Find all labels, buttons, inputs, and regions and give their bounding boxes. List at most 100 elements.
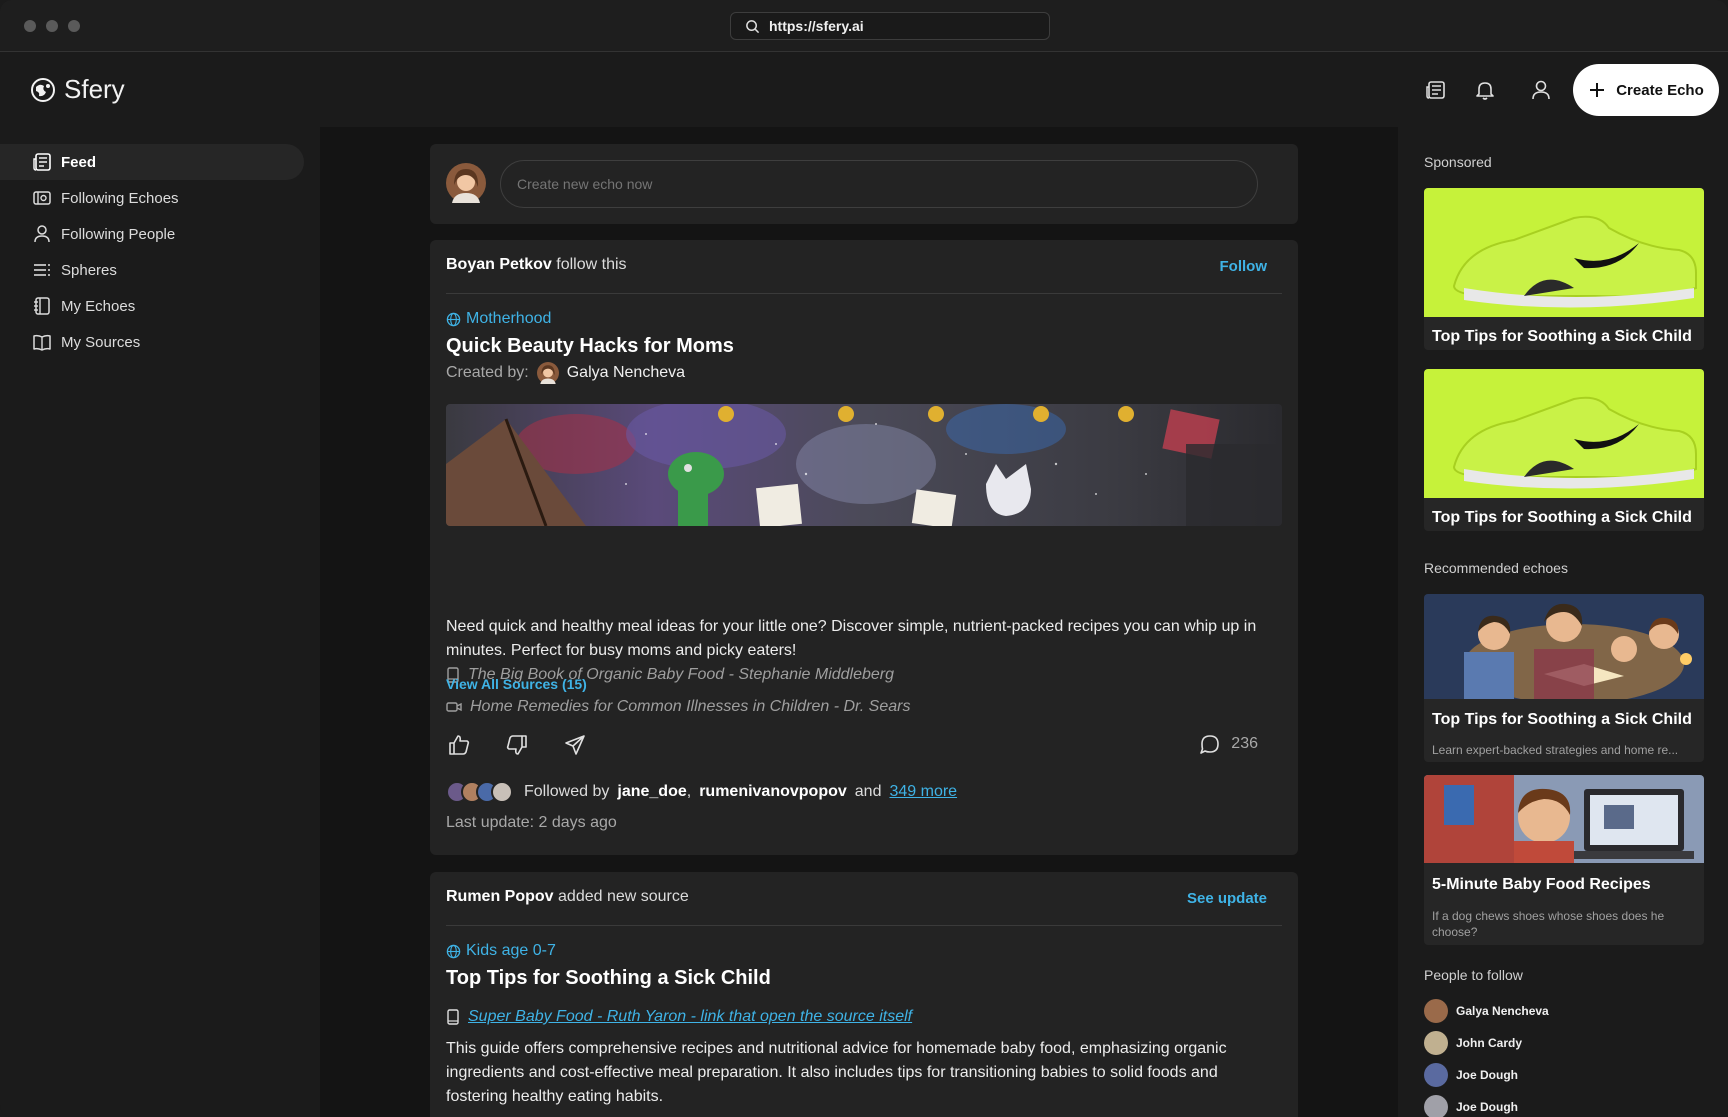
share-icon[interactable]	[562, 732, 588, 758]
author-name[interactable]: Galya Nencheva	[567, 364, 685, 382]
book-icon	[447, 1009, 459, 1025]
browser-toolbar: https://sfery.ai	[0, 0, 1728, 52]
followed-by-label: Followed by	[524, 783, 610, 800]
last-update: Last update: 2 days ago	[446, 814, 617, 831]
globe-icon	[446, 944, 461, 958]
person-to-follow[interactable]: Galya Nencheva	[1424, 999, 1549, 1023]
newsfeed-icon[interactable]	[1422, 76, 1450, 104]
post-activity-header: Rumen Popov added new source See update	[446, 888, 1282, 926]
profile-icon[interactable]	[1527, 76, 1555, 104]
source-text: Home Remedies for Common Illnesses in Ch…	[470, 698, 911, 715]
person-to-follow[interactable]: John Cardy	[1424, 1031, 1522, 1055]
post-banner-image	[446, 404, 1282, 526]
avatar	[1424, 999, 1448, 1023]
window-controls	[24, 20, 80, 32]
book-icon	[33, 334, 51, 351]
right-sidebar: Sponsored Top Tips for Soothing a Sick C…	[1398, 127, 1728, 1117]
activity-actor[interactable]: Rumen Popov	[446, 888, 554, 905]
sfery-logo-icon	[31, 77, 55, 102]
person-icon	[34, 225, 50, 243]
follower-name[interactable]: rumenivanovpopov	[699, 783, 847, 801]
recommended-title: Top Tips for Soothing a Sick Child	[1432, 711, 1692, 728]
child-laptop-image	[1424, 775, 1704, 863]
sidebar-item-my-sources[interactable]: My Sources	[0, 324, 304, 360]
sneaker-image	[1424, 188, 1704, 317]
post-actions	[446, 732, 588, 758]
sidebar-item-label: My Sources	[61, 333, 141, 351]
author-avatar	[536, 362, 559, 384]
sidebar-item-label: Following Echoes	[61, 189, 179, 207]
recommended-subtitle: If a dog chews shoes whose shoes does he…	[1432, 909, 1665, 939]
address-url: https://sfery.ai	[769, 18, 864, 34]
see-update-button[interactable]: See update	[1187, 890, 1267, 907]
globe-icon	[446, 312, 461, 326]
thumbs-up-icon[interactable]	[446, 732, 472, 758]
source-item[interactable]: Home Remedies for Common Illnesses in Ch…	[446, 698, 910, 716]
sidebar-item-following-echoes[interactable]: Following Echoes	[0, 180, 304, 216]
thumbs-down-icon[interactable]	[504, 732, 530, 758]
sponsored-card[interactable]: Top Tips for Soothing a Sick Child	[1424, 369, 1704, 531]
video-icon	[446, 702, 462, 712]
people-to-follow-heading: People to follow	[1424, 967, 1523, 983]
more-followers-link[interactable]: 349 more	[889, 783, 957, 801]
sphere-tag[interactable]: Kids age 0-7	[446, 942, 556, 960]
sidebar-item-spheres[interactable]: Spheres	[0, 252, 304, 288]
post-author-line: Created by: Galya Nencheva	[446, 362, 685, 384]
plus-icon	[1590, 83, 1605, 97]
follower-name[interactable]: jane_doe	[617, 783, 686, 801]
sidebar-item-label: Spheres	[61, 261, 117, 279]
view-all-sources-link[interactable]: View All Sources (15)	[446, 676, 587, 692]
sponsored-heading: Sponsored	[1424, 154, 1492, 170]
person-name: Galya Nencheva	[1456, 1004, 1549, 1018]
minimize-window-button[interactable]	[46, 20, 58, 32]
echo-composer	[430, 144, 1298, 224]
create-echo-input[interactable]	[500, 160, 1258, 208]
bell-icon[interactable]	[1471, 76, 1499, 104]
sponsored-title: Top Tips for Soothing a Sick Child	[1432, 328, 1692, 345]
echo-post-card: Boyan Petkov follow this Follow Motherho…	[430, 240, 1298, 855]
follow-button[interactable]: Follow	[1220, 258, 1268, 275]
avatar	[446, 163, 486, 208]
activity-actor[interactable]: Boyan Petkov	[446, 256, 552, 273]
sponsored-title: Top Tips for Soothing a Sick Child	[1432, 509, 1692, 526]
followers-line: Followed by jane_doe, rumenivanovpopov a…	[446, 781, 957, 803]
activity-text: added new source	[558, 888, 689, 905]
avatar	[1424, 1063, 1448, 1087]
sidebar-item-feed[interactable]: Feed	[0, 144, 304, 180]
activity-text: follow this	[556, 256, 627, 273]
sphere-tag[interactable]: Motherhood	[446, 310, 551, 328]
follower-avatars	[446, 781, 513, 803]
comments-button[interactable]: 236	[1199, 733, 1258, 755]
comment-count: 236	[1231, 735, 1258, 752]
person-to-follow[interactable]: Joe Dough	[1424, 1063, 1518, 1087]
post-title[interactable]: Quick Beauty Hacks for Moms	[446, 335, 734, 358]
logo[interactable]: Sfery	[30, 74, 125, 105]
close-window-button[interactable]	[24, 20, 36, 32]
create-echo-button[interactable]: Create Echo	[1573, 64, 1719, 116]
post-activity-header: Boyan Petkov follow this Follow	[446, 256, 1282, 294]
source-item[interactable]: Super Baby Food - Ruth Yaron - link that…	[446, 1008, 912, 1026]
sphere-name: Kids age 0-7	[466, 942, 556, 959]
sidebar-item-label: Following People	[61, 225, 176, 243]
source-link[interactable]: Super Baby Food - Ruth Yaron - link that…	[468, 1008, 912, 1026]
sidebar-item-following-people[interactable]: Following People	[0, 216, 304, 252]
person-to-follow[interactable]: Joe Dough	[1424, 1095, 1518, 1117]
sponsored-card[interactable]: Top Tips for Soothing a Sick Child	[1424, 188, 1704, 350]
maximize-window-button[interactable]	[68, 20, 80, 32]
sidebar-item-my-echoes[interactable]: My Echoes	[0, 288, 304, 324]
feed-area: Boyan Petkov follow this Follow Motherho…	[320, 127, 1398, 1117]
recommended-subtitle: Learn expert-backed strategies and home …	[1432, 743, 1679, 757]
address-bar[interactable]: https://sfery.ai	[730, 12, 1050, 40]
created-by-label: Created by:	[446, 364, 529, 381]
list-icon	[34, 264, 50, 276]
post-title[interactable]: Top Tips for Soothing a Sick Child	[446, 967, 771, 990]
reading-family-image	[1424, 594, 1704, 699]
recommended-title: 5-Minute Baby Food Recipes	[1432, 876, 1651, 893]
ticket-icon	[33, 191, 51, 205]
recommended-echo-card[interactable]: Top Tips for Soothing a Sick Child Learn…	[1424, 594, 1704, 762]
recommended-echo-card[interactable]: 5-Minute Baby Food Recipes If a dog chew…	[1424, 775, 1704, 945]
comma-separator: ,	[686, 783, 692, 800]
sidebar-item-label: My Echoes	[61, 297, 136, 315]
sphere-name: Motherhood	[466, 310, 552, 327]
avatar	[1424, 1095, 1448, 1117]
